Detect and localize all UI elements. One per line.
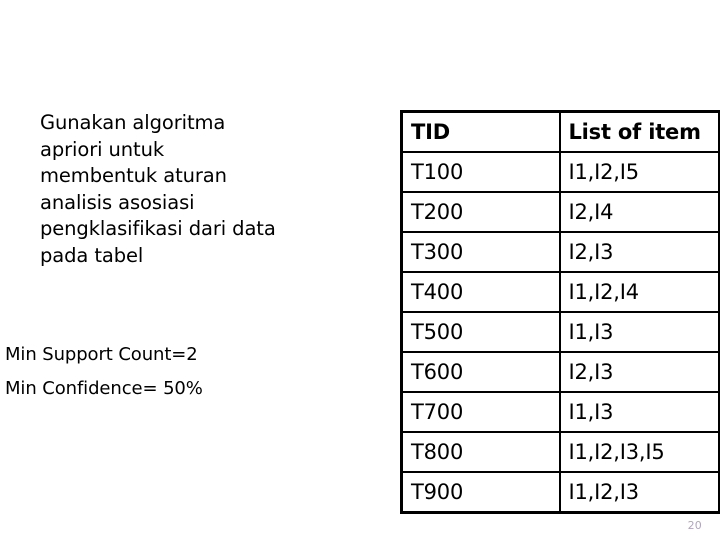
cell-items: I1,I3: [558, 311, 720, 353]
table-row: T100 I1,I2,I5: [400, 151, 720, 193]
cell-items: I1,I3: [558, 391, 720, 433]
min-confidence-line: Min Confidence= 50%: [5, 378, 203, 399]
cell-items: I2,I3: [558, 351, 720, 393]
transactions-table: TID List of item T100 I1,I2,I5 T200 I2,I…: [400, 110, 720, 514]
task-prompt-line: pada tabel: [40, 243, 144, 267]
cell-tid: T400: [400, 271, 561, 313]
table-header-row: TID List of item: [400, 110, 720, 153]
column-header-list-of-item: List of item: [558, 110, 720, 153]
cell-items: I1,I2,I3: [558, 471, 720, 514]
page-number: 20: [687, 519, 702, 532]
table-header: TID List of item: [400, 110, 720, 153]
table-row: T200 I2,I4: [400, 191, 720, 233]
task-prompt-line: pengklasifikasi dari data: [40, 217, 276, 240]
cell-tid: T600: [400, 351, 561, 393]
parameters-text: Min Support Count=2 Min Confidence= 50%: [5, 338, 335, 406]
cell-tid: T300: [400, 231, 561, 273]
task-prompt-line: Gunakan algoritma: [40, 111, 226, 134]
table-row: T300 I2,I3: [400, 231, 720, 273]
cell-items: I2,I3: [558, 231, 720, 273]
cell-tid: T500: [400, 311, 561, 353]
cell-items: I2,I4: [558, 191, 720, 233]
cell-tid: T900: [400, 471, 561, 514]
cell-tid: T800: [400, 431, 561, 473]
cell-items: I1,I2,I3,I5: [558, 431, 720, 473]
task-prompt-text: Gunakan algoritma apriori untuk membentu…: [40, 110, 330, 269]
task-prompt-line: analisis asosiasi: [40, 190, 195, 214]
transactions-table-container: TID List of item T100 I1,I2,I5 T200 I2,I…: [400, 110, 720, 514]
table-row: T500 I1,I3: [400, 311, 720, 353]
slide-canvas: Gunakan algoritma apriori untuk membentu…: [0, 0, 720, 540]
table-row: T600 I2,I3: [400, 351, 720, 393]
task-prompt-line: membentuk aturan: [40, 164, 227, 187]
left-content-column: Gunakan algoritma apriori untuk membentu…: [0, 110, 380, 399]
cell-tid: T200: [400, 191, 561, 233]
min-support-count-line: Min Support Count=2: [5, 344, 198, 365]
cell-items: I1,I2,I5: [558, 151, 720, 193]
cell-items: I1,I2,I4: [558, 271, 720, 313]
table-body: T100 I1,I2,I5 T200 I2,I4 T300 I2,I3 T400…: [400, 151, 720, 514]
task-prompt-line: apriori untuk: [40, 137, 165, 161]
cell-tid: T700: [400, 391, 561, 433]
table-row: T700 I1,I3: [400, 391, 720, 433]
cell-tid: T100: [400, 151, 561, 193]
table-row: T400 I1,I2,I4: [400, 271, 720, 313]
column-header-tid: TID: [400, 110, 561, 153]
table-row: T800 I1,I2,I3,I5: [400, 431, 720, 473]
table-row: T900 I1,I2,I3: [400, 471, 720, 514]
